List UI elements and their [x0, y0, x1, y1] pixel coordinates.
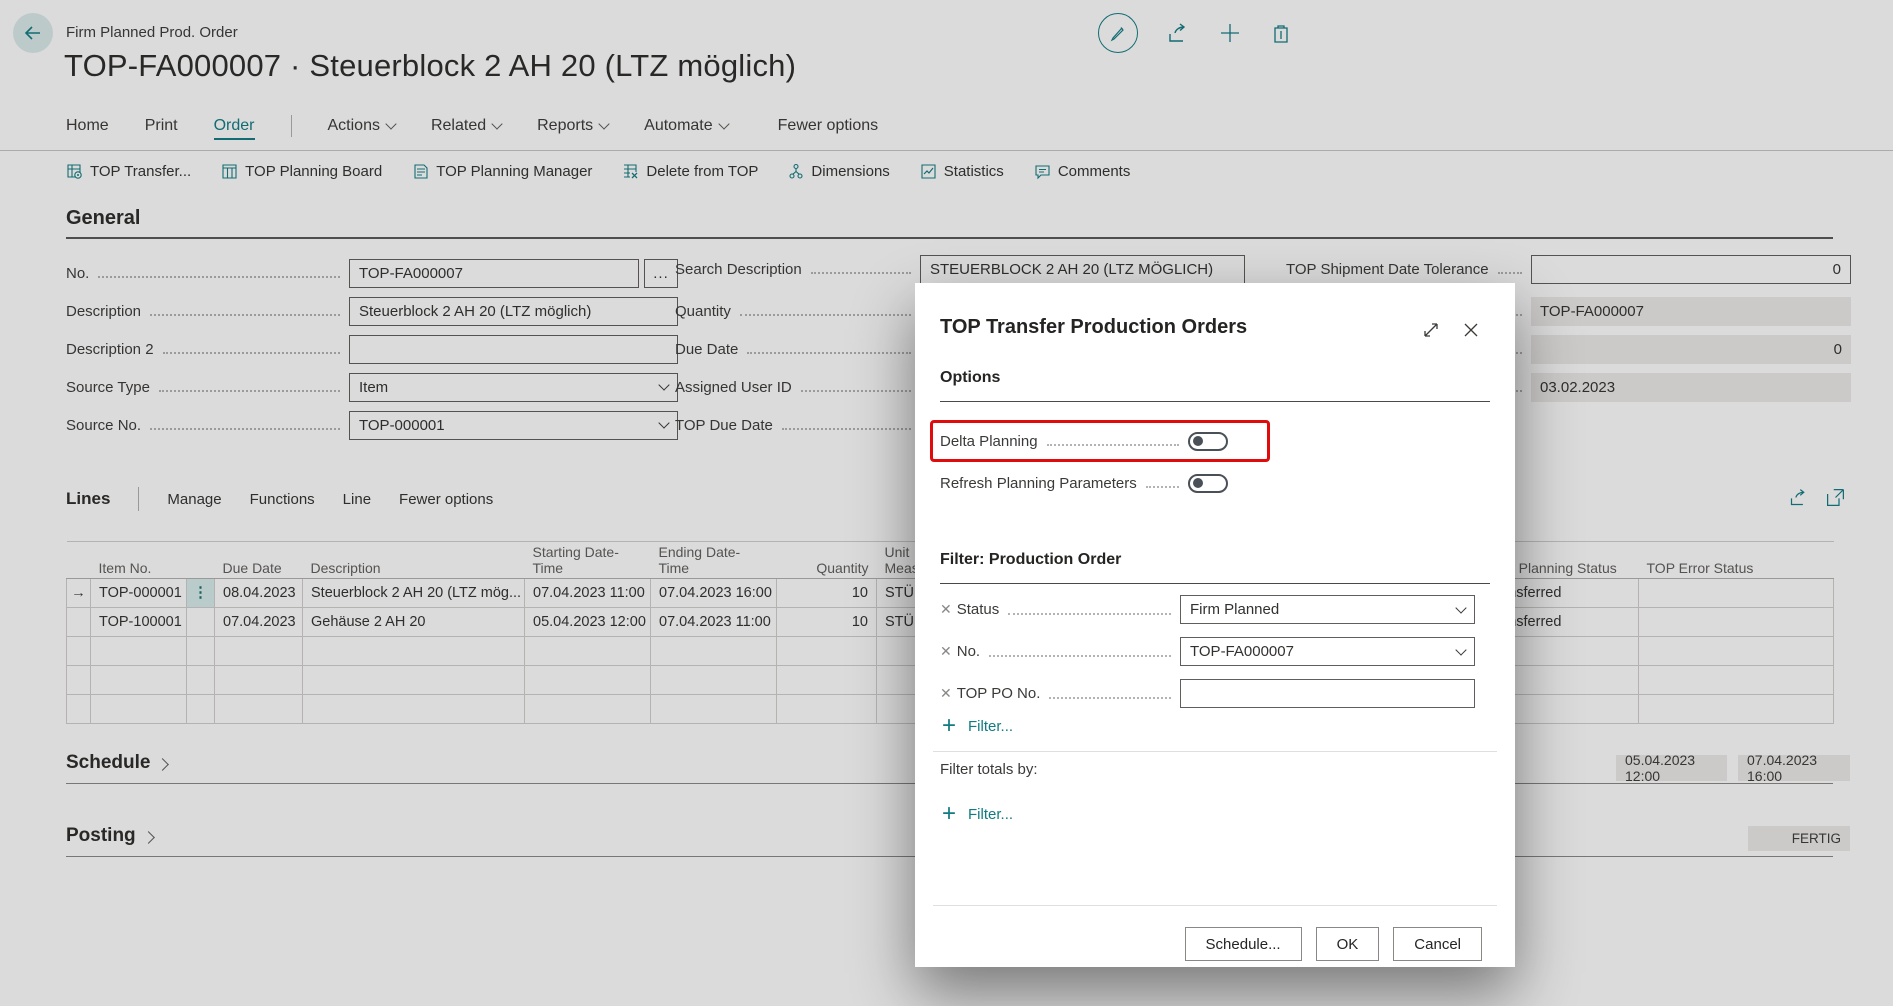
options-section-title[interactable]: Options [940, 369, 1000, 387]
filter-no-row: ✕ No. TOP-FA000007 [940, 637, 1475, 666]
chevron-down-icon [1455, 602, 1466, 613]
refresh-parameters-row: Refresh Planning Parameters [940, 469, 1228, 497]
delta-planning-toggle[interactable] [1188, 432, 1228, 451]
add-totals-filter-link[interactable]: + Filter... [942, 805, 1013, 823]
expand-dialog-button[interactable] [1421, 320, 1441, 340]
filter-no-select[interactable]: TOP-FA000007 [1180, 637, 1475, 666]
ok-button[interactable]: OK [1316, 927, 1380, 961]
chevron-down-icon [1455, 644, 1466, 655]
plus-icon: + [942, 717, 956, 735]
remove-filter-icon[interactable]: ✕ [940, 685, 952, 702]
add-filter-link[interactable]: + Filter... [942, 717, 1013, 735]
remove-filter-icon[interactable]: ✕ [940, 601, 952, 618]
delta-planning-row: Delta Planning [940, 427, 1228, 455]
close-dialog-button[interactable] [1461, 320, 1481, 340]
dialog-divider [933, 751, 1497, 752]
expand-icon [1421, 320, 1441, 340]
dialog-title: TOP Transfer Production Orders [940, 316, 1247, 339]
top-transfer-dialog: TOP Transfer Production Orders Options D… [915, 283, 1515, 967]
filter-totals-label: Filter totals by: [940, 761, 1038, 778]
plus-icon: + [942, 805, 956, 823]
filter-status-row: ✕ Status Firm Planned [940, 595, 1475, 624]
remove-filter-icon[interactable]: ✕ [940, 643, 952, 660]
schedule-button[interactable]: Schedule... [1185, 927, 1302, 961]
filter-status-select[interactable]: Firm Planned [1180, 595, 1475, 624]
close-icon [1461, 320, 1481, 340]
filter-po-row: ✕ TOP PO No. [940, 679, 1475, 708]
dialog-divider [933, 905, 1497, 906]
dialog-buttons: Schedule... OK Cancel [1185, 927, 1482, 961]
cancel-button[interactable]: Cancel [1393, 927, 1482, 961]
filter-rule [940, 583, 1490, 584]
filter-section-title[interactable]: Filter: Production Order [940, 551, 1121, 569]
refresh-parameters-toggle[interactable] [1188, 474, 1228, 493]
filter-po-input[interactable] [1180, 679, 1475, 708]
options-rule [940, 401, 1490, 402]
